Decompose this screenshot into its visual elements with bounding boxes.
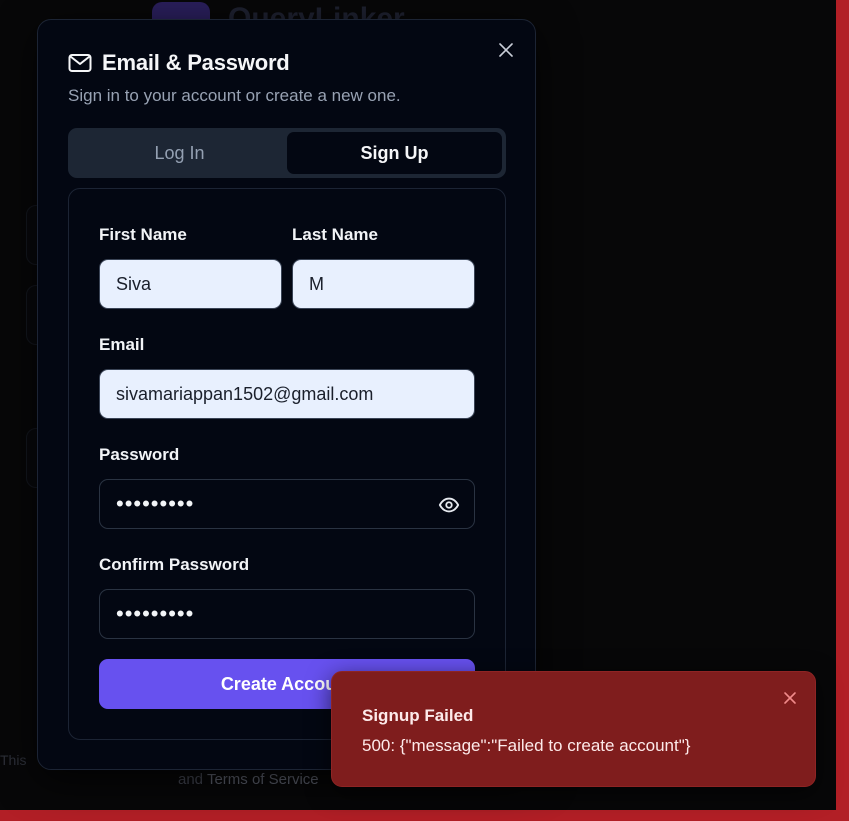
footer-terms-prefix: and bbox=[178, 771, 204, 788]
auth-tabs: Log In Sign Up bbox=[68, 128, 506, 178]
error-toast: Signup Failed 500: {"message":"Failed to… bbox=[331, 671, 816, 787]
password-label: Password bbox=[99, 445, 180, 464]
tab-log-in[interactable]: Log In bbox=[72, 132, 287, 174]
toast-title: Signup Failed bbox=[362, 706, 474, 725]
last-name-field[interactable]: M bbox=[292, 259, 475, 309]
password-field[interactable]: ••••••••• bbox=[99, 479, 475, 529]
password-value: ••••••••• bbox=[116, 491, 195, 516]
last-name-value: M bbox=[309, 273, 324, 294]
footer-terms: and Terms of Service bbox=[178, 771, 319, 788]
confirm-password-field[interactable]: ••••••••• bbox=[99, 589, 475, 639]
dialog-header: Email & Password bbox=[68, 50, 290, 76]
auth-dialog: Email & Password Sign in to your account… bbox=[37, 19, 536, 770]
signup-form: First Name Last Name Siva M Email sivama… bbox=[68, 188, 506, 740]
close-icon bbox=[499, 43, 513, 57]
email-field[interactable]: sivamariappan1502@gmail.com bbox=[99, 369, 475, 419]
dialog-subtitle: Sign in to your account or create a new … bbox=[68, 86, 401, 105]
last-name-label: Last Name bbox=[292, 225, 378, 244]
email-label: Email bbox=[99, 335, 145, 354]
tab-sign-up[interactable]: Sign Up bbox=[287, 132, 502, 174]
email-value: sivamariappan1502@gmail.com bbox=[116, 383, 374, 404]
dialog-close-button[interactable] bbox=[496, 40, 516, 60]
close-icon[interactable] bbox=[781, 689, 799, 707]
dialog-title: Email & Password bbox=[102, 50, 290, 75]
mail-icon bbox=[68, 54, 92, 72]
footer-text: This bbox=[0, 752, 27, 768]
eye-icon[interactable] bbox=[438, 494, 460, 516]
toast-message: 500: {"message":"Failed to create accoun… bbox=[362, 736, 691, 755]
terms-of-service-link[interactable]: Terms of Service bbox=[207, 771, 319, 788]
first-name-field[interactable]: Siva bbox=[99, 259, 282, 309]
confirm-password-label: Confirm Password bbox=[99, 555, 250, 574]
first-name-label: First Name bbox=[99, 225, 187, 244]
confirm-password-value: ••••••••• bbox=[116, 601, 195, 626]
first-name-value: Siva bbox=[116, 273, 152, 294]
